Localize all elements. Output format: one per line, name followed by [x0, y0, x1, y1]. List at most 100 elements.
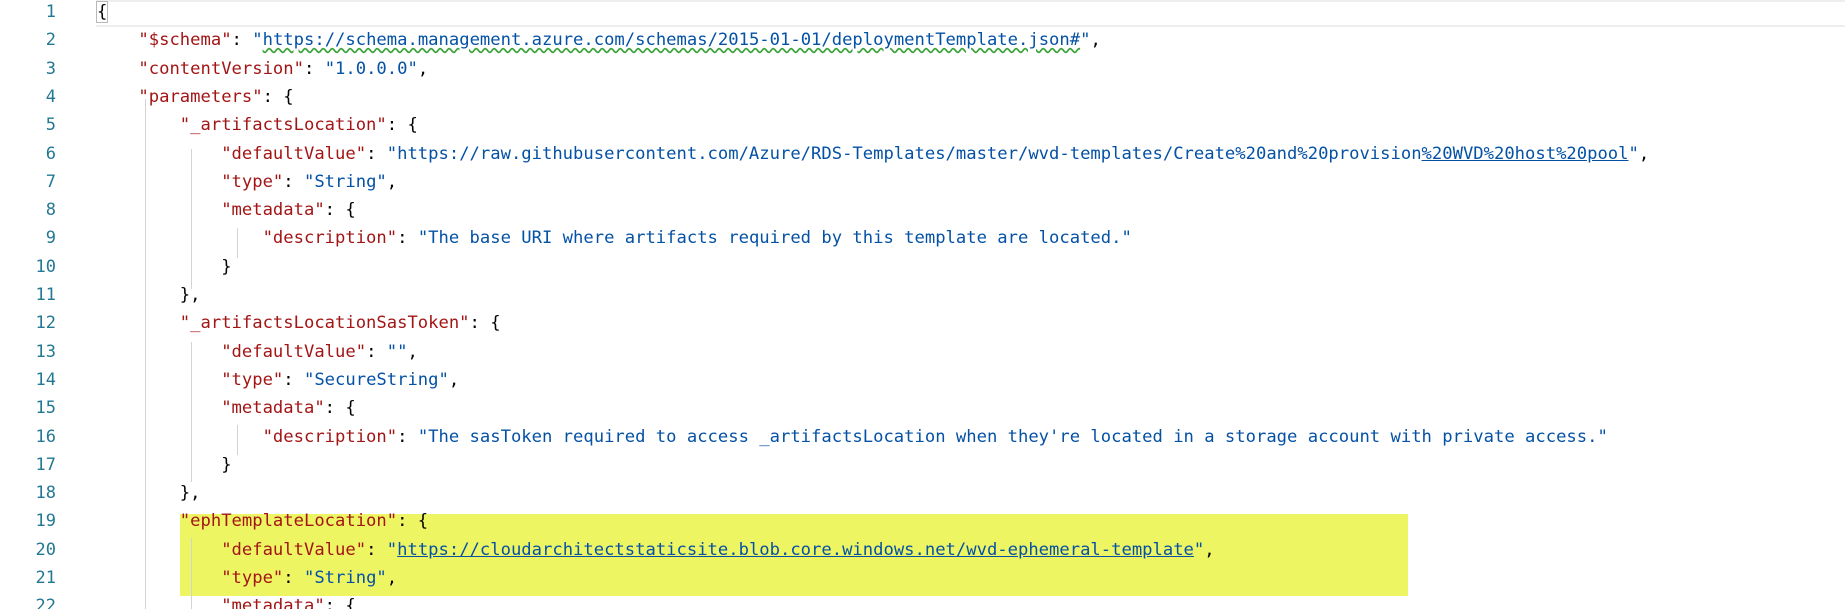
json-punctuation: :: [283, 369, 304, 390]
json-key: "type": [221, 568, 284, 588]
json-punctuation: :: [366, 539, 387, 560]
code-line: "defaultValue": "https://raw.githubuserc…: [97, 140, 1649, 168]
json-punctuation: :: [283, 568, 304, 588]
json-punctuation: }: [221, 256, 232, 277]
code-line: "type": "SecureString",: [97, 366, 459, 394]
json-string: ": [1080, 30, 1091, 51]
json-string: ": [386, 539, 398, 560]
json-punctuation: ,: [386, 568, 398, 588]
json-string: "String": [303, 171, 387, 192]
json-string: ": [252, 30, 263, 51]
json-punctuation: }: [221, 454, 232, 475]
code-line: },: [97, 281, 201, 309]
json-key: "metadata": [221, 200, 325, 221]
code-line: "_artifactsLocation": {: [97, 111, 418, 139]
json-punctuation: : {: [262, 86, 294, 107]
json-string: "String": [303, 568, 387, 588]
json-key: "contentVersion": [138, 58, 304, 79]
json-string: "1.0.0.0": [324, 58, 418, 79]
json-punctuation: : {: [324, 596, 356, 609]
json-string: "The base URI where artifacts required b…: [417, 228, 1132, 249]
code-editor[interactable]: 1 2 3 4 5 6 7 8 9 10 11 12 13 14 15 16 17 18 19 20 21 22 { "$…: [0, 0, 1845, 609]
json-punctuation: ,: [448, 369, 460, 390]
json-punctuation: ,: [386, 171, 398, 192]
json-punctuation: :: [397, 426, 418, 447]
json-key: "description": [262, 426, 398, 447]
json-punctuation: :: [283, 171, 304, 192]
json-string[interactable]: https://cloudarchitectstaticsite.blob.co…: [397, 540, 1194, 560]
json-punctuation: },: [179, 483, 201, 504]
json-punctuation: : {: [324, 398, 356, 419]
json-key: "description": [262, 228, 398, 249]
json-punctuation: : {: [469, 313, 501, 334]
json-key: "metadata": [221, 398, 325, 419]
json-string: "": [386, 341, 408, 362]
code-line: }: [97, 253, 232, 281]
json-string: "The sasToken required to access _artifa…: [417, 426, 1608, 447]
json-punctuation: ,: [407, 341, 418, 362]
code-line: },: [97, 479, 201, 507]
json-punctuation: :: [303, 58, 325, 79]
json-punctuation: :: [397, 228, 418, 249]
code-line: "$schema": "https://schema.management.az…: [97, 26, 1101, 54]
json-string: "https://raw.githubusercontent.com/Azure…: [386, 143, 1422, 164]
json-string: "SecureString": [303, 369, 449, 390]
code-line: "description": "The base URI where artif…: [97, 224, 1132, 252]
json-key: "$schema": [138, 30, 232, 51]
json-punctuation: : {: [324, 200, 356, 221]
code-line: "defaultValue": "https://cloudarchitects…: [97, 536, 1215, 564]
code-line: "metadata": {: [97, 196, 356, 224]
json-key: "type": [221, 369, 284, 390]
json-punctuation: },: [179, 285, 201, 305]
code-line: "defaultValue": "",: [97, 338, 418, 366]
code-line: "contentVersion": "1.0.0.0",: [97, 55, 428, 83]
json-key: "defaultValue": [221, 539, 367, 560]
json-key: "parameters": [138, 86, 263, 107]
json-key: "metadata": [221, 596, 325, 609]
code-line: "description": "The sasToken required to…: [97, 423, 1608, 451]
code-line: "ephTemplateLocation": {: [97, 507, 428, 535]
json-key: "defaultValue": [221, 143, 367, 164]
json-punctuation: ,: [417, 58, 429, 79]
json-string[interactable]: %20WVD%20host%20pool: [1422, 144, 1629, 164]
json-key: "_artifactsLocationSasToken": [179, 313, 470, 334]
json-punctuation: {: [95, 1, 109, 23]
json-string[interactable]: https://schema.management.azure.com/sche…: [263, 30, 1080, 50]
json-key: "defaultValue": [221, 341, 367, 362]
json-punctuation: : {: [386, 115, 418, 136]
json-string: ": [1193, 539, 1205, 560]
json-punctuation: :: [366, 143, 387, 164]
code-line: "metadata": {: [97, 592, 356, 609]
json-key: "type": [221, 171, 284, 192]
code-line: "parameters": {: [97, 83, 294, 111]
code-line: {: [95, 0, 109, 26]
code-line: "type": "String",: [97, 168, 397, 196]
code-line: "_artifactsLocationSasToken": {: [97, 309, 501, 337]
json-punctuation: ,: [1204, 539, 1215, 560]
json-key: "ephTemplateLocation": [179, 511, 398, 532]
json-punctuation: ,: [1090, 30, 1101, 51]
code-area[interactable]: { "$schema": "https://schema.management.…: [0, 0, 1845, 609]
json-punctuation: :: [366, 341, 387, 362]
